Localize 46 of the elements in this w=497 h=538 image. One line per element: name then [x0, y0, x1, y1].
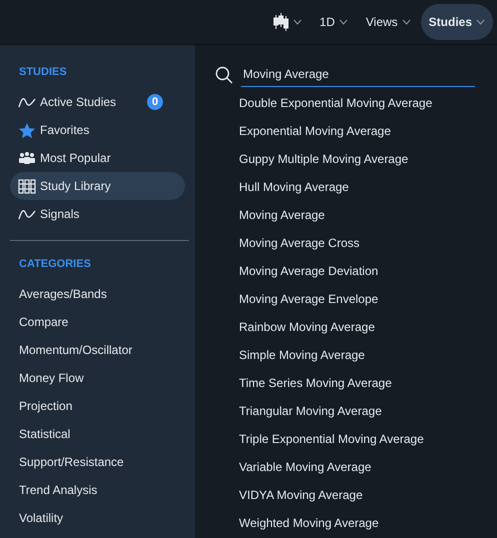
section-heading: CATEGORIES [18, 257, 92, 272]
study-result[interactable]: Double Exponential Moving Average [195, 89, 497, 117]
category-item[interactable]: Trend Analysis [0, 476, 195, 504]
caret-icon [338, 19, 348, 25]
study-result[interactable]: Rainbow Moving Average [195, 313, 497, 341]
caret-icon [402, 19, 411, 25]
study-result[interactable]: Time Series Moving Average [195, 369, 497, 397]
study-result[interactable]: VIDYA Moving Average [195, 481, 497, 509]
study-result[interactable]: Moving Average Deviation [195, 257, 497, 285]
books-icon [18, 178, 36, 194]
category-item[interactable]: Money Flow [0, 364, 195, 392]
candlestick-icon [272, 12, 289, 32]
caret-icon [292, 19, 302, 25]
caret-icon [476, 19, 485, 25]
study-result[interactable]: Triangular Moving Average [195, 397, 497, 425]
category-item[interactable]: Support/Resistance [0, 448, 195, 476]
category-item[interactable]: Compare [0, 308, 195, 336]
sidebar-item[interactable]: Signals [10, 200, 185, 228]
toolbar-menu-button[interactable]: 1D [312, 4, 356, 40]
toolbar-menu-button[interactable]: Views [358, 4, 419, 40]
count-badge: 0 [147, 94, 163, 110]
study-result[interactable]: Triple Exponential Moving Average [195, 425, 497, 453]
study-result[interactable]: Moving Average [195, 201, 497, 229]
sidebar-item[interactable]: Active Studies 0 [10, 88, 185, 116]
study-result[interactable]: Guppy Multiple Moving Average [195, 145, 497, 173]
study-result[interactable]: Exponential Moving Average [195, 117, 497, 145]
category-item[interactable]: Projection [0, 392, 195, 420]
toolbar-menu-button[interactable]: Studies [420, 4, 493, 40]
sidebar-item[interactable]: Study Library [10, 172, 185, 200]
section-heading: STUDIES [18, 65, 68, 80]
category-item[interactable]: Volatility [0, 504, 195, 532]
people-icon [18, 150, 36, 166]
study-result[interactable]: Simple Moving Average [195, 341, 497, 369]
sidebar-item[interactable]: Favorites [10, 116, 185, 144]
study-result[interactable]: Variable Moving Average [195, 453, 497, 481]
search-icon [215, 66, 233, 84]
category-item[interactable]: Statistical [0, 420, 195, 448]
search-field[interactable]: Moving Average [241, 64, 475, 86]
sidebar-item[interactable]: Most Popular [10, 144, 185, 172]
study-result[interactable]: Moving Average Envelope [195, 285, 497, 313]
category-item[interactable]: Momentum/Oscillator [0, 336, 195, 364]
study-result[interactable]: Hull Moving Average [195, 173, 497, 201]
category-item[interactable]: Averages/Bands [0, 280, 195, 308]
star-icon [18, 122, 36, 138]
study-result[interactable]: Weighted Moving Average [195, 509, 497, 537]
study-result[interactable]: Moving Average Cross [195, 229, 497, 257]
